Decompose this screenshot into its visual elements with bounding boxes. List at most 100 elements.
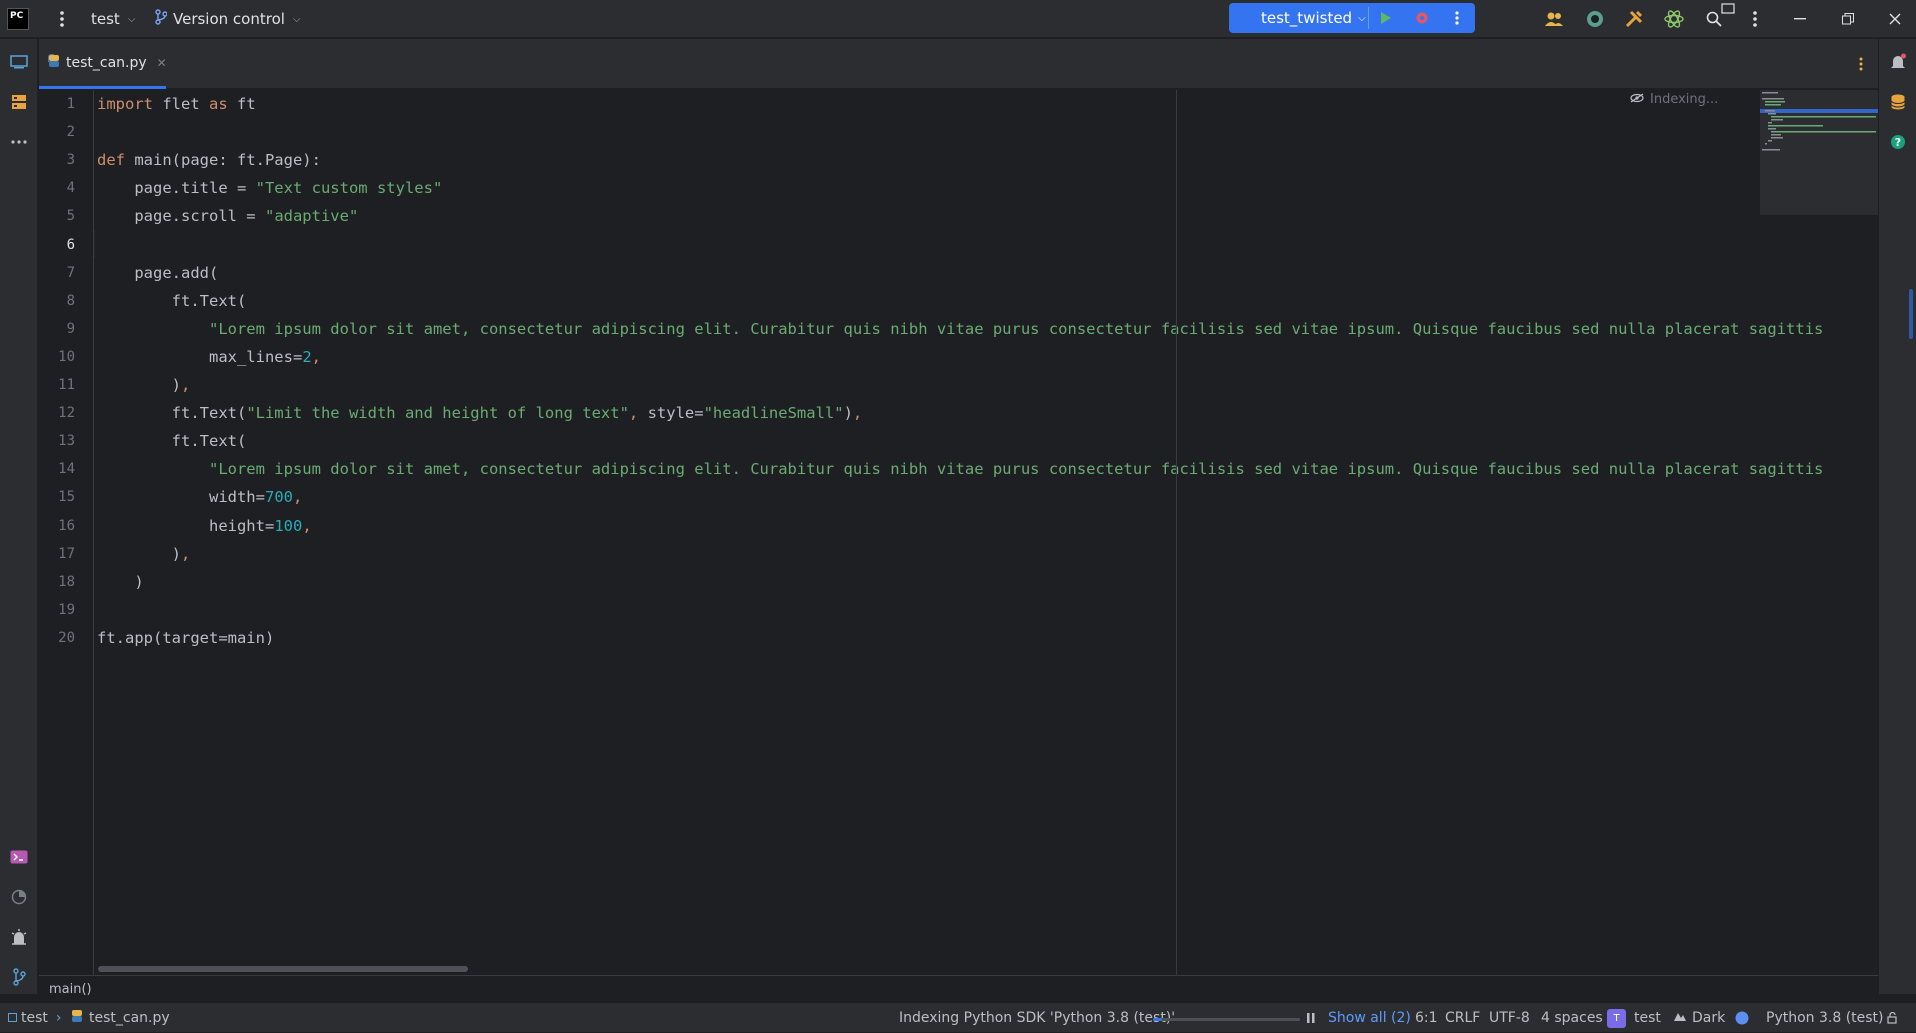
line-separator[interactable]: CRLF: [1445, 1003, 1480, 1033]
line-number[interactable]: 19: [39, 596, 75, 624]
line-number[interactable]: 1: [39, 90, 75, 118]
line-number[interactable]: 9: [39, 315, 75, 343]
right-tool-strip: ?: [1878, 39, 1916, 994]
plugin-icon[interactable]: [1662, 7, 1686, 31]
terminal-icon[interactable]: [6, 844, 32, 870]
close-window-icon[interactable]: [1883, 7, 1907, 31]
show-all-tasks-link[interactable]: Show all (2): [1328, 1003, 1411, 1033]
line-number[interactable]: 3: [39, 146, 75, 174]
code-line[interactable]: import flet as ft: [97, 90, 256, 118]
status-file-crumb[interactable]: test_can.py: [70, 1003, 170, 1033]
services-icon[interactable]: [6, 924, 32, 950]
project-selector[interactable]: test ⌵: [91, 0, 135, 38]
structure-icon[interactable]: [6, 89, 32, 115]
code-line[interactable]: ft.Text(: [97, 287, 247, 315]
build-tools-icon[interactable]: [1622, 7, 1646, 31]
line-number[interactable]: 17: [39, 540, 75, 568]
background-task[interactable]: Indexing Python SDK 'Python 3.8 (test)': [899, 1003, 1175, 1033]
code-line[interactable]: page.add(: [97, 259, 218, 287]
eye-off-icon: [1630, 92, 1644, 107]
close-tab-icon[interactable]: ✕: [157, 56, 167, 70]
code-line[interactable]: ),: [97, 540, 191, 568]
run-config-selector[interactable]: test_twisted ⌵: [1229, 9, 1368, 27]
tab-test-can-py[interactable]: test_can.py ✕: [39, 39, 167, 89]
pause-indexing-icon[interactable]: [1307, 1003, 1315, 1033]
line-number[interactable]: 5: [39, 202, 75, 230]
more-actions-icon[interactable]: [1745, 7, 1765, 31]
code-line[interactable]: ft.app(target=main): [97, 624, 274, 652]
line-number[interactable]: 10: [39, 343, 75, 371]
status-project-label: test: [21, 1010, 48, 1026]
chevron-down-icon: ⌵: [127, 13, 136, 25]
line-number[interactable]: 15: [39, 483, 75, 511]
pycharm-logo[interactable]: PC: [7, 8, 29, 30]
line-number[interactable]: 14: [39, 455, 75, 483]
line-number-gutter[interactable]: 1 2 3 4 5 6 7 8 9 10 11 12 13 14 15 16 17 18 19 20: [39, 90, 94, 975]
run-more-icon[interactable]: [1439, 3, 1475, 33]
code-line[interactable]: "Lorem ipsum dolor sit amet, consectetur…: [97, 315, 1823, 343]
help-icon[interactable]: ?: [1885, 129, 1911, 155]
code-line[interactable]: max_lines=2,: [97, 343, 321, 371]
right-margin-guide: [1176, 90, 1177, 975]
debug-button[interactable]: [1404, 3, 1440, 33]
lock-icon[interactable]: [1887, 1003, 1899, 1033]
editor-tab-bar: test_can.py ✕: [39, 39, 1878, 89]
run-widget: test_twisted ⌵: [1229, 3, 1475, 33]
line-number[interactable]: 20: [39, 624, 75, 652]
code-line[interactable]: ),: [97, 371, 191, 399]
more-tools-icon[interactable]: [6, 129, 32, 155]
status-file-label: test_can.py: [89, 1010, 170, 1026]
ai-assistant-icon[interactable]: [1583, 7, 1607, 31]
tab-actions-icon[interactable]: [1851, 53, 1871, 75]
venv-selector[interactable]: T test: [1607, 1003, 1661, 1033]
line-number[interactable]: 16: [39, 512, 75, 540]
line-number[interactable]: 12: [39, 399, 75, 427]
line-number[interactable]: 7: [39, 259, 75, 287]
git-icon[interactable]: [6, 964, 32, 990]
project-view-icon[interactable]: [6, 49, 32, 75]
theme-selector[interactable]: Dark: [1673, 1003, 1725, 1033]
ai-status-icon[interactable]: [1735, 1003, 1749, 1033]
theme-icon: [1673, 1010, 1687, 1026]
module-icon: [8, 1010, 17, 1026]
line-number[interactable]: 18: [39, 568, 75, 596]
code-line[interactable]: page.title = "Text custom styles": [97, 174, 442, 202]
breadcrumb-item-main[interactable]: main(): [49, 982, 92, 997]
code-editor[interactable]: import flet as ft def main(page: ft.Page)…: [95, 90, 1877, 975]
line-number[interactable]: 11: [39, 371, 75, 399]
bug-icon: [1416, 12, 1428, 24]
minimap-preview: [1762, 92, 1876, 151]
project-name: test: [91, 10, 120, 28]
code-line[interactable]: "Lorem ipsum dolor sit amet, consectetur…: [97, 455, 1823, 483]
horizontal-scrollbar[interactable]: [98, 966, 468, 972]
code-line[interactable]: ft.Text(: [97, 427, 247, 455]
main-menu-icon[interactable]: [52, 7, 72, 31]
minimize-window-icon[interactable]: [1788, 7, 1812, 31]
profiler-icon[interactable]: [6, 884, 32, 910]
line-number[interactable]: 6: [39, 231, 75, 259]
code-line[interactable]: def main(page: ft.Page):: [97, 146, 321, 174]
code-line[interactable]: width=700,: [97, 483, 302, 511]
vcs-label: Version control: [173, 10, 285, 28]
line-number[interactable]: 8: [39, 287, 75, 315]
code-line[interactable]: ): [97, 568, 143, 596]
file-encoding[interactable]: UTF-8: [1489, 1003, 1530, 1033]
restore-window-icon[interactable]: [1836, 7, 1860, 31]
status-project-crumb[interactable]: test ›: [8, 1003, 70, 1033]
vcs-selector[interactable]: Version control ⌵: [155, 0, 301, 38]
code-with-me-icon[interactable]: [1542, 7, 1566, 31]
caret-position[interactable]: 6:1: [1415, 1003, 1438, 1033]
indent-setting[interactable]: 4 spaces: [1541, 1003, 1603, 1033]
code-line[interactable]: page.scroll = "adaptive": [97, 202, 358, 230]
code-minimap[interactable]: [1760, 90, 1878, 215]
line-number[interactable]: 13: [39, 427, 75, 455]
database-icon[interactable]: [1885, 89, 1911, 115]
line-number[interactable]: 4: [39, 174, 75, 202]
run-button[interactable]: [1368, 3, 1404, 33]
interpreter-selector[interactable]: Python 3.8 (test): [1766, 1003, 1884, 1033]
notifications-icon[interactable]: [1885, 49, 1911, 75]
code-line[interactable]: height=100,: [97, 512, 312, 540]
line-number[interactable]: 2: [39, 118, 75, 146]
python-file-icon: [47, 53, 61, 72]
code-line[interactable]: ft.Text("Limit the width and height of l…: [97, 399, 863, 427]
